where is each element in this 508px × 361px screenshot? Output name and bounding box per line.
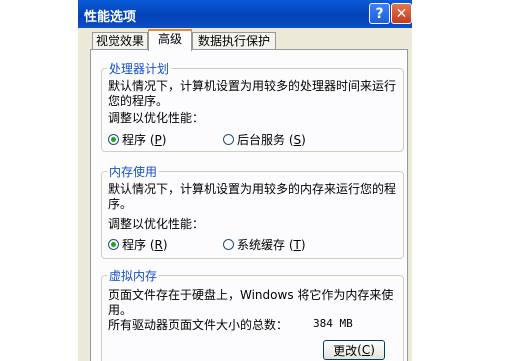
help-button[interactable]: ? — [369, 3, 390, 24]
access-key: C — [361, 343, 371, 357]
adjust-label: 调整以优化性能： — [108, 217, 205, 231]
radio-programs-p[interactable]: 程序 (P) — [108, 131, 166, 148]
change-button[interactable]: 更改(C) — [323, 340, 385, 360]
virtual-memory-description: 页面文件存在于硬盘上，Windows 将它作为内存来使用。 — [108, 288, 394, 317]
virtual-memory-group: 虚拟内存 页面文件存在于硬盘上，Windows 将它作为内存来使用。 所有驱动器… — [101, 267, 404, 361]
processor-description: 默认情况下，计算机设置为用较多的处理器时间来运行 您的程序。 — [108, 79, 398, 109]
group-title: 虚拟内存 — [107, 267, 160, 284]
tab-dep[interactable]: 数据执行保护 — [192, 32, 276, 50]
tab-advanced[interactable]: 高级 — [148, 29, 192, 51]
close-button[interactable]: ✕ — [391, 3, 412, 24]
radio-checked-icon — [108, 134, 119, 145]
close-icon: ✕ — [395, 5, 408, 22]
title-bar[interactable]: 性能选项 ? ✕ — [78, 0, 412, 28]
access-key: T — [293, 237, 301, 252]
advanced-panel: 处理器计划 默认情况下，计算机设置为用较多的处理器时间来运行 您的程序。 调整以… — [90, 49, 408, 361]
radio-label: 后台服务 — [237, 133, 286, 147]
radio-label: 程序 — [122, 238, 147, 252]
pagefile-total-label: 所有驱动器页面文件大小的总数： — [108, 318, 289, 332]
access-key: R — [154, 237, 163, 252]
processor-scheduling-group: 处理器计划 默认情况下，计算机设置为用较多的处理器时间来运行 您的程序。 调整以… — [101, 60, 404, 152]
memory-description: 默认情况下，计算机设置为用较多的内存来运行您的程 序。 — [108, 182, 398, 212]
desc-line: 默认情况下，计算机设置为用较多的内存来运行您的程 — [108, 182, 397, 196]
radio-icon — [223, 134, 234, 145]
radio-icon — [223, 239, 234, 250]
pagefile-total-value: 384 MB — [313, 317, 353, 330]
tab-visual-effects[interactable]: 视觉效果 — [92, 32, 148, 50]
access-key: P — [154, 132, 162, 147]
radio-label: 系统缓存 — [237, 238, 286, 252]
adjust-label: 调整以优化性能： — [108, 111, 205, 125]
help-icon: ? — [375, 5, 384, 22]
radio-background-services[interactable]: 后台服务 (S) — [223, 131, 306, 148]
radio-checked-icon — [108, 239, 119, 250]
access-key: S — [293, 132, 302, 147]
desc-line: 序。 — [108, 197, 133, 211]
radio-label: 程序 — [122, 133, 147, 147]
group-title: 内存使用 — [107, 163, 160, 180]
tab-strip: 视觉效果 高级 数据执行保护 — [78, 28, 412, 51]
desc-line: 默认情况下，计算机设置为用较多的处理器时间来运行 — [108, 79, 397, 93]
performance-options-window: 性能选项 ? ✕ 视觉效果 高级 数据执行保护 处理器计划 默认情况下，计算机设… — [78, 0, 412, 361]
radio-programs-r[interactable]: 程序 (R) — [108, 236, 168, 253]
memory-usage-group: 内存使用 默认情况下，计算机设置为用较多的内存来运行您的程 序。 调整以优化性能… — [101, 163, 404, 259]
window-title: 性能选项 — [84, 10, 137, 25]
radio-system-cache[interactable]: 系统缓存 (T) — [223, 236, 306, 253]
desc-line: 您的程序。 — [108, 94, 169, 108]
button-label: 更改 — [333, 343, 358, 358]
group-title: 处理器计划 — [107, 60, 172, 77]
